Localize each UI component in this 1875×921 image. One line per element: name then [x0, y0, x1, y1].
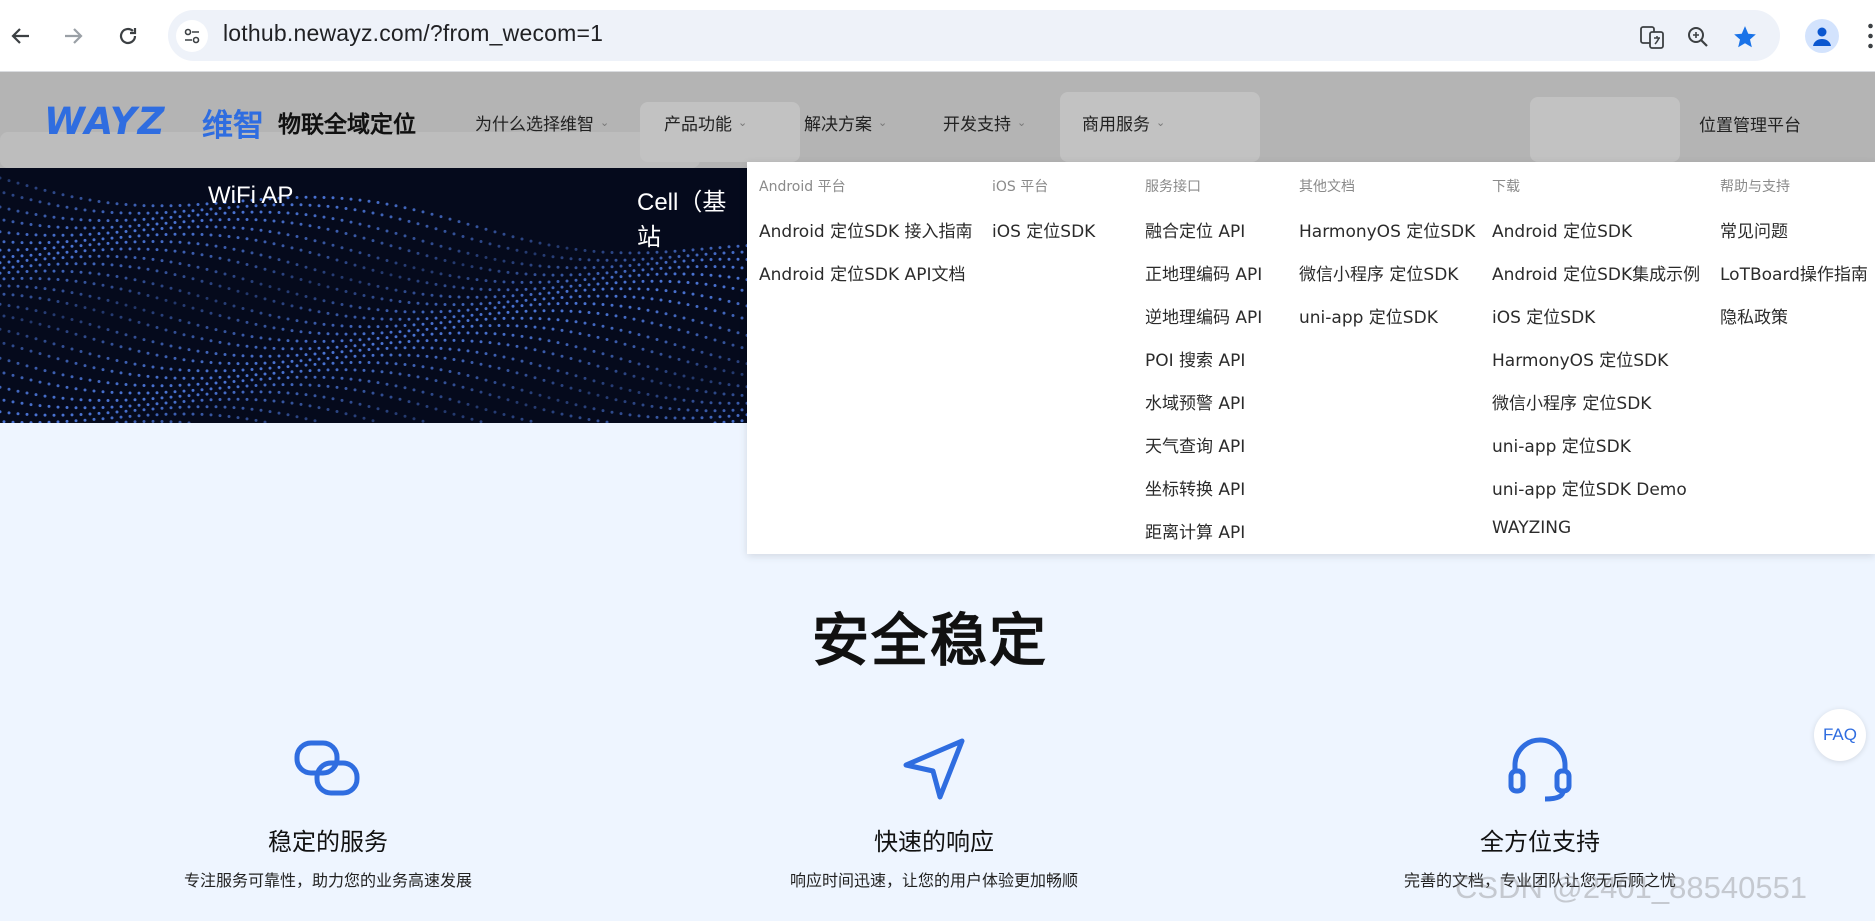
dropdown-heading-download: 下载: [1492, 179, 1520, 195]
browser-menu-icon[interactable]: [1866, 22, 1875, 50]
feature-title: 稳定的服务: [268, 828, 388, 856]
feature-desc: 响应时间迅速，让您的用户体验更加畅顺: [789, 871, 1078, 890]
feature-title: 快速的响应: [874, 828, 994, 856]
logo-cn[interactable]: 维智: [202, 100, 264, 145]
hero-label-cell: Cell（基站: [637, 189, 727, 251]
chevron-down-icon: ⌄: [1156, 116, 1166, 129]
developer-support-dropdown: Android 平台 Android 定位SDK 接入指南 Android 定位…: [747, 162, 1875, 554]
nav-solutions[interactable]: 解决方案 ⌄: [804, 110, 887, 135]
dot-wave-graphic: [0, 176, 747, 423]
dropdown-link[interactable]: 微信小程序 定位SDK: [1492, 389, 1651, 414]
dropdown-link[interactable]: uni-app 定位SDK Demo: [1492, 475, 1687, 500]
chevron-down-icon: ⌄: [1017, 116, 1027, 129]
dropdown-link[interactable]: 常见问题: [1720, 217, 1788, 242]
hero-label-wifi: WiFi AP: [208, 182, 294, 209]
dropdown-link[interactable]: uni-app 定位SDK: [1492, 432, 1631, 457]
bookmark-star-icon[interactable]: [1730, 22, 1760, 52]
dropdown-link[interactable]: LoTBoard操作指南: [1720, 260, 1868, 285]
dropdown-link[interactable]: 隐私政策: [1720, 303, 1788, 328]
nav-why-wayz[interactable]: 为什么选择维智 ⌄: [475, 110, 609, 135]
watermark: CSDN @2401_88540551: [1455, 870, 1808, 905]
dropdown-heading-ios: iOS 平台: [992, 179, 1049, 195]
dropdown-heading-help: 帮助与支持: [1720, 179, 1790, 195]
chevron-down-icon: ⌄: [878, 116, 888, 129]
dropdown-link[interactable]: 逆地理编码 API: [1145, 303, 1262, 328]
nav-label: 产品功能: [664, 115, 732, 135]
logo-tagline: 物联全域定位: [278, 112, 416, 138]
nav-products[interactable]: 产品功能 ⌄: [664, 110, 747, 135]
dropdown-link[interactable]: uni-app 定位SDK: [1299, 303, 1438, 328]
zoom-icon[interactable]: [1683, 22, 1713, 52]
dropdown-link[interactable]: 融合定位 API: [1145, 217, 1245, 242]
dropdown-link[interactable]: 天气查询 API: [1145, 432, 1245, 457]
nav-label: 为什么选择维智: [475, 115, 594, 135]
dropdown-link[interactable]: WAYZING: [1492, 518, 1571, 538]
chevron-down-icon: ⌄: [600, 116, 610, 129]
profile-avatar-icon[interactable]: [1805, 19, 1839, 53]
feature-desc: 专注服务可靠性，助力您的业务高速发展: [183, 871, 472, 890]
dropdown-heading-api: 服务接口: [1145, 179, 1201, 195]
nav-commercial-services[interactable]: 商用服务 ⌄: [1082, 110, 1165, 135]
logo-wordmark[interactable]: WAYZ: [44, 100, 166, 143]
dropdown-link[interactable]: HarmonyOS 定位SDK: [1492, 346, 1668, 371]
dropdown-link[interactable]: iOS 定位SDK: [1492, 303, 1595, 328]
back-icon[interactable]: [5, 20, 37, 52]
url-text[interactable]: lothub.newayz.com/?from_wecom=1: [223, 20, 603, 47]
browser-toolbar: lothub.newayz.com/?from_wecom=1: [0, 0, 1875, 72]
site-info-icon[interactable]: [176, 20, 208, 52]
translate-icon[interactable]: [1637, 22, 1667, 52]
dropdown-link[interactable]: 坐标转换 API: [1145, 475, 1245, 500]
site-header: WAYZ 维智 物联全域定位 为什么选择维智 ⌄ 产品功能 ⌄ 解决方案 ⌄ 开发支持…: [0, 72, 1875, 168]
hero-banner: WiFi AP Cell（基站: [0, 168, 747, 423]
dropdown-link[interactable]: HarmonyOS 定位SDK: [1299, 217, 1475, 242]
dropdown-link[interactable]: 水域预警 API: [1145, 389, 1245, 414]
location-platform-link[interactable]: 位置管理平台: [1699, 111, 1801, 136]
section-title: 安全稳定: [812, 608, 1048, 674]
dropdown-link[interactable]: Android 定位SDK 接入指南: [759, 217, 973, 242]
dropdown-link[interactable]: 正地理编码 API: [1145, 260, 1262, 285]
dropdown-link[interactable]: Android 定位SDK集成示例: [1492, 260, 1700, 285]
navigation-arrow-icon: [900, 733, 970, 803]
dropdown-link[interactable]: 微信小程序 定位SDK: [1299, 260, 1458, 285]
link-icon: [293, 733, 363, 803]
nav-label: 开发支持: [943, 115, 1011, 135]
dropdown-link[interactable]: Android 定位SDK API文档: [759, 260, 965, 285]
nav-label: 商用服务: [1082, 115, 1150, 135]
reload-icon[interactable]: [112, 20, 144, 52]
nav-developer-support[interactable]: 开发支持 ⌄: [943, 110, 1026, 135]
dropdown-link[interactable]: iOS 定位SDK: [992, 217, 1095, 242]
forward-icon[interactable]: [57, 20, 89, 52]
dropdown-link[interactable]: Android 定位SDK: [1492, 217, 1632, 242]
feature-title: 全方位支持: [1480, 828, 1600, 856]
dropdown-heading-other-docs: 其他文档: [1299, 179, 1355, 195]
faq-button[interactable]: FAQ: [1814, 709, 1866, 761]
dropdown-link[interactable]: 距离计算 API: [1145, 518, 1245, 543]
dropdown-heading-android: Android 平台: [759, 179, 846, 195]
headset-icon: [1505, 733, 1575, 803]
nav-label: 解决方案: [804, 115, 872, 135]
dropdown-link[interactable]: POI 搜索 API: [1145, 346, 1245, 371]
chevron-down-icon: ⌄: [738, 116, 748, 129]
